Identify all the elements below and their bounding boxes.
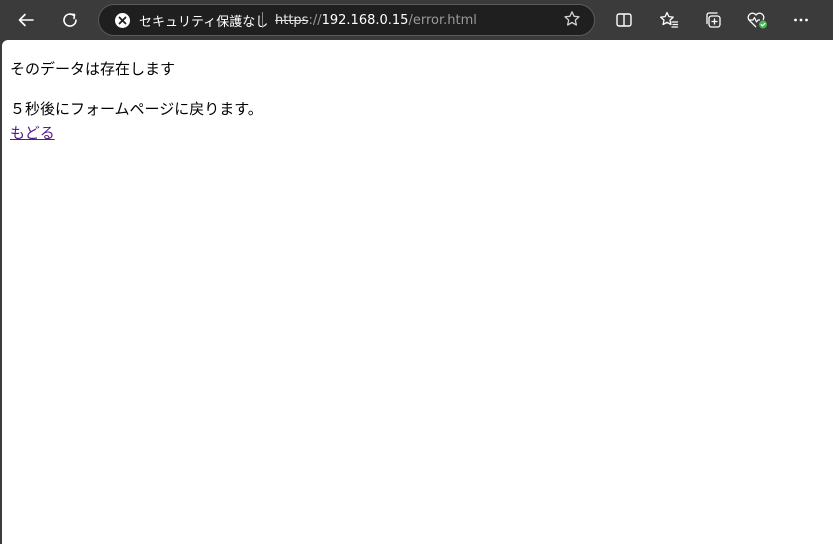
collections-icon [703,10,723,30]
add-favorite-button[interactable] [560,9,584,33]
url-text[interactable]: https://192.168.0.15/error.html [275,5,477,35]
browser-essentials-button[interactable] [741,4,773,36]
favorites-icon [659,10,679,30]
browser-essentials-icon [746,10,768,30]
split-screen-button[interactable] [608,4,640,36]
favorite-star-icon [563,10,581,32]
browser-toolbar: セキュリティ保護なし https://192.168.0.15/error.ht… [0,0,833,40]
url-separator: :// [308,12,322,28]
back-arrow-icon [16,10,36,30]
page-content: そのデータは存在します ５秒後にフォームページに戻ります。 もどる [2,40,833,544]
url-scheme: https [275,12,309,28]
security-label: セキュリティ保護なし [139,14,269,30]
back-link[interactable]: もどる [10,122,55,143]
collections-button[interactable] [697,4,729,36]
url-path: /error.html [408,12,477,28]
back-button[interactable] [10,4,42,36]
address-bar[interactable]: セキュリティ保護なし https://192.168.0.15/error.ht… [98,4,595,36]
split-screen-icon [614,10,634,30]
more-menu-button[interactable] [785,4,817,36]
site-security-indicator[interactable]: セキュリティ保護なし [115,5,268,35]
more-menu-icon [791,10,811,30]
favorites-button[interactable] [653,4,685,36]
refresh-icon [60,10,80,30]
refresh-button[interactable] [54,4,86,36]
redirect-notice: ５秒後にフォームページに戻ります。 [10,100,263,118]
page-message: そのデータは存在します [10,60,176,78]
not-secure-icon [115,12,130,28]
address-divider [262,12,263,28]
url-host: 192.168.0.15 [321,12,409,28]
